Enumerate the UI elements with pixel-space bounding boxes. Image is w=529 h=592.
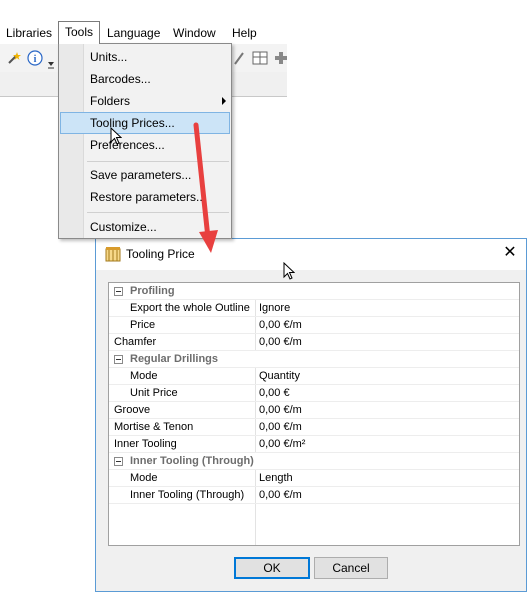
property-row[interactable]: Unit Price 0,00 € — [109, 385, 519, 402]
property-name: Groove — [114, 404, 151, 416]
close-icon[interactable]: ✕ — [502, 245, 518, 261]
property-value[interactable]: Length — [259, 470, 293, 487]
menu-separator — [87, 212, 229, 213]
tools-menu: Units... Barcodes... Folders Tooling Pri… — [58, 43, 232, 239]
menu-item-folders[interactable]: Folders — [60, 90, 230, 112]
menu-bar: Libraries Tools Language Window Help — [0, 21, 287, 45]
property-value[interactable]: 0,00 €/m² — [259, 436, 305, 453]
menu-item-label: Customize... — [90, 220, 157, 234]
menu-item-label: Units... — [90, 50, 128, 64]
plus-icon[interactable] — [273, 50, 289, 66]
cancel-button[interactable]: Cancel — [314, 557, 388, 579]
property-name: Mortise & Tenon — [114, 421, 194, 433]
property-name: Chamfer — [114, 336, 157, 348]
menu-item-label: Restore parameters... — [90, 190, 207, 204]
menu-item-label: Barcodes... — [90, 72, 151, 86]
grid-category-profiling[interactable]: Profiling — [109, 283, 519, 300]
property-row[interactable]: Chamfer 0,00 €/m — [109, 334, 519, 351]
property-row[interactable]: Mode Quantity — [109, 368, 519, 385]
property-row[interactable]: Inner Tooling 0,00 €/m² — [109, 436, 519, 453]
mouse-cursor-icon — [283, 262, 295, 280]
collapse-icon[interactable] — [114, 457, 123, 466]
mouse-cursor-icon — [110, 127, 122, 145]
menu-tools[interactable]: Tools — [58, 21, 101, 44]
info-icon[interactable]: i — [27, 50, 43, 66]
property-name: Inner Tooling — [114, 438, 177, 450]
property-name: Mode — [130, 370, 158, 382]
menu-item-units[interactable]: Units... — [60, 46, 230, 68]
property-row[interactable]: Mortise & Tenon 0,00 €/m — [109, 419, 519, 436]
property-row[interactable]: Mode Length — [109, 470, 519, 487]
menu-libraries[interactable]: Libraries — [0, 22, 58, 44]
menu-item-save-parameters[interactable]: Save parameters... — [60, 164, 230, 186]
collapse-icon[interactable] — [114, 287, 123, 296]
pencil-icon[interactable] — [231, 50, 247, 66]
property-name: Regular Drillings — [130, 353, 219, 365]
property-row[interactable]: Export the whole Outline Ignore — [109, 300, 519, 317]
toolbar-overflow-icon[interactable] — [47, 56, 55, 72]
property-value[interactable]: 0,00 €/m — [259, 334, 302, 351]
property-value[interactable]: 0,00 € — [259, 385, 290, 402]
grid-category-inner-tooling-through[interactable]: Inner Tooling (Through) — [109, 453, 519, 470]
menu-item-preferences[interactable]: Preferences... — [60, 134, 230, 156]
dialog-title: Tooling Price — [126, 247, 195, 261]
svg-text:i: i — [34, 54, 37, 65]
property-grid: Profiling Export the whole Outline Ignor… — [108, 282, 520, 546]
property-row[interactable]: Groove 0,00 €/m — [109, 402, 519, 419]
grid-category-regular-drillings[interactable]: Regular Drillings — [109, 351, 519, 368]
ok-button[interactable]: OK — [234, 557, 310, 579]
property-name: Profiling — [130, 285, 175, 297]
property-value[interactable]: 0,00 €/m — [259, 487, 302, 504]
menu-separator — [87, 161, 229, 162]
property-name: Mode — [130, 472, 158, 484]
collapse-icon[interactable] — [114, 355, 123, 364]
property-name: Unit Price — [130, 387, 178, 399]
property-value[interactable]: Ignore — [259, 300, 290, 317]
menu-item-label: Tooling Prices... — [90, 116, 175, 130]
menu-item-customize[interactable]: Customize... — [60, 216, 230, 238]
property-value[interactable]: 0,00 €/m — [259, 402, 302, 419]
wand-icon[interactable] — [6, 50, 22, 66]
menu-language[interactable]: Language — [101, 22, 166, 44]
property-value[interactable]: 0,00 €/m — [259, 419, 302, 436]
menu-item-restore-parameters[interactable]: Restore parameters... — [60, 186, 230, 208]
tooling-price-icon — [105, 247, 121, 262]
property-row[interactable]: Price 0,00 €/m — [109, 317, 519, 334]
menu-item-label: Preferences... — [90, 138, 165, 152]
menu-window[interactable]: Window — [167, 22, 222, 44]
property-name: Export the whole Outline — [130, 302, 250, 314]
property-value[interactable]: Quantity — [259, 368, 300, 385]
menu-help[interactable]: Help — [226, 22, 263, 44]
menu-item-label: Folders — [90, 94, 131, 108]
menu-item-label: Save parameters... — [90, 168, 192, 182]
menu-item-barcodes[interactable]: Barcodes... — [60, 68, 230, 90]
menu-item-tooling-prices[interactable]: Tooling Prices... — [60, 112, 230, 134]
property-name: Price — [130, 319, 156, 331]
grid-layout-icon[interactable] — [252, 50, 268, 66]
property-name: Inner Tooling (Through) — [130, 455, 254, 467]
property-row[interactable]: Inner Tooling (Through) 0,00 €/m — [109, 487, 519, 504]
submenu-arrow-icon — [222, 97, 226, 105]
dialog-titlebar[interactable]: Tooling Price ✕ — [96, 239, 526, 270]
property-name: Inner Tooling (Through) — [130, 489, 245, 501]
property-value[interactable]: 0,00 €/m — [259, 317, 302, 334]
tooling-price-dialog: Tooling Price ✕ Profiling Export the who… — [95, 238, 527, 592]
